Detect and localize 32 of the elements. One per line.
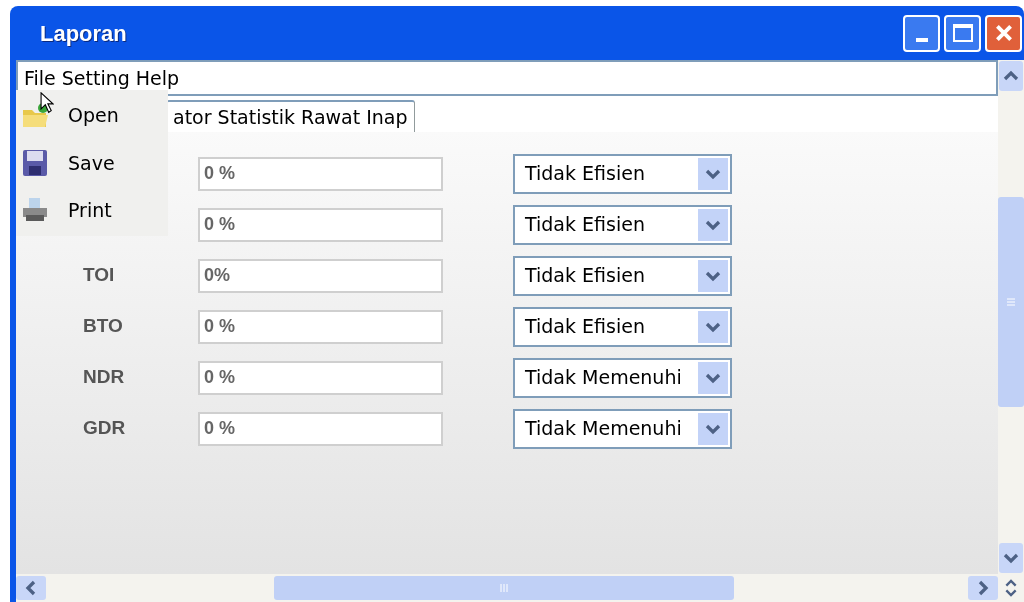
resize-icon xyxy=(1004,578,1018,598)
value-field[interactable]: 0 % xyxy=(198,207,443,242)
status-dropdown[interactable]: Tidak Efisien xyxy=(513,153,732,194)
value-field[interactable]: 0% xyxy=(198,258,443,293)
value-field[interactable]: 0 % xyxy=(198,309,443,344)
horizontal-scrollbar[interactable] xyxy=(16,574,998,602)
status-dropdown[interactable]: Tidak Efisien xyxy=(513,255,732,296)
indicator-label: BTO xyxy=(83,315,123,337)
value-field[interactable]: 0 % xyxy=(198,411,443,446)
vertical-scrollbar[interactable] xyxy=(998,60,1024,574)
menu-option[interactable]: Save xyxy=(16,148,168,178)
window-title: Laporan xyxy=(40,19,127,48)
grip-icon xyxy=(1006,297,1016,307)
status-dropdown[interactable]: Tidak Memenuhi xyxy=(513,408,732,449)
indicator-label: NDR xyxy=(83,366,125,388)
indicator-label: GDR xyxy=(83,417,126,439)
mouse-cursor-icon xyxy=(40,92,54,114)
menu-item[interactable]: Setting xyxy=(61,63,130,93)
menu-item[interactable]: File xyxy=(24,63,56,93)
close-button[interactable] xyxy=(985,14,1022,52)
status-dropdown[interactable]: Tidak Efisien xyxy=(513,306,732,347)
value-field[interactable]: 0 % xyxy=(198,156,443,191)
menu-item[interactable]: Help xyxy=(135,63,180,93)
tab[interactable]: ator Statistik Rawat Inap xyxy=(166,100,415,132)
maximize-button[interactable] xyxy=(944,14,981,52)
indicator-label: TOI xyxy=(83,264,115,286)
menu-option[interactable]: Print xyxy=(16,195,168,226)
value-field[interactable]: 0 % xyxy=(198,360,443,395)
status-dropdown[interactable]: Tidak Efisien xyxy=(513,204,732,245)
grip-icon xyxy=(499,583,509,593)
minimize-button[interactable] xyxy=(903,14,940,52)
status-dropdown[interactable]: Tidak Memenuhi xyxy=(513,357,732,398)
